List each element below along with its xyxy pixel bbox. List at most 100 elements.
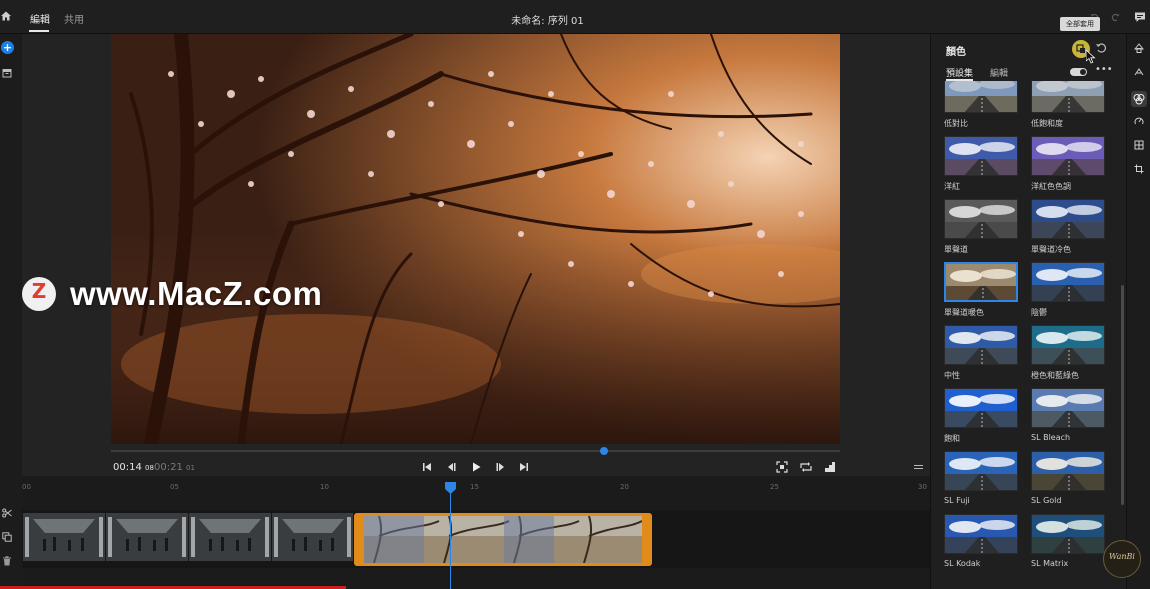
go-to-start-icon[interactable] [420, 460, 434, 474]
preset-thumbnail[interactable] [944, 136, 1018, 176]
ruler-tick: 30 [918, 483, 927, 491]
preset-thumbnail[interactable] [1031, 262, 1105, 302]
reset-icon[interactable] [1095, 42, 1107, 54]
preset-item[interactable]: 洋紅色色調 [1031, 136, 1107, 192]
preset-label: 單聲道暖色 [944, 308, 984, 317]
preset-item[interactable]: SL Bleach [1031, 388, 1107, 442]
current-time-frames: 08 [145, 464, 154, 472]
preset-label: 單聲道 [944, 245, 968, 254]
tab-presets[interactable]: 預設集 [946, 66, 973, 79]
preset-item[interactable]: SL Fuji [944, 451, 1020, 505]
document-title: 未命名: 序列 01 [511, 16, 584, 27]
scrub-bar[interactable] [111, 450, 840, 452]
preset-thumbnail[interactable] [944, 81, 1018, 113]
preset-item[interactable]: 單聲道冷色 [1031, 199, 1107, 255]
loop-icon[interactable] [799, 460, 813, 474]
shape-icon[interactable] [1134, 43, 1144, 53]
preset-item[interactable]: SL Matrix [1031, 514, 1107, 568]
preset-item[interactable]: SL Kodak [944, 514, 1020, 568]
preset-item[interactable]: 單聲道 [944, 199, 1020, 255]
preset-label: SL Fuji [944, 496, 970, 505]
trash-icon[interactable] [2, 556, 12, 566]
tab-edit-underline [29, 30, 49, 32]
preset-thumbnail[interactable] [944, 388, 1018, 428]
timeline-clip-subway[interactable] [23, 513, 353, 561]
preset-thumbnail[interactable] [1031, 451, 1105, 491]
preset-label: SL Gold [1031, 496, 1062, 505]
preset-thumbnail[interactable] [1031, 325, 1105, 365]
preset-thumbnail[interactable] [944, 262, 1018, 302]
current-time: 00:14 08 [113, 462, 154, 473]
duplicate-icon[interactable] [2, 532, 12, 542]
color-icon[interactable] [1131, 91, 1147, 107]
quality-icon[interactable] [823, 460, 837, 474]
total-time-frames: 01 [186, 464, 195, 472]
preset-label: 低飽和度 [1031, 119, 1063, 128]
preset-item[interactable]: 陰鬱 [1031, 262, 1107, 318]
layout-icon[interactable] [1134, 140, 1144, 150]
preset-label: 洋紅 [944, 182, 960, 191]
scrub-handle[interactable] [600, 447, 608, 455]
preset-label: 飽和 [944, 434, 960, 443]
redo-icon[interactable] [1110, 12, 1120, 22]
preset-thumbnail[interactable] [944, 199, 1018, 239]
video-frame[interactable] [111, 34, 840, 444]
fit-screen-icon[interactable] [775, 460, 789, 474]
preset-label: 洋紅色色調 [1031, 182, 1071, 191]
preset-label: 橙色和藍綠色 [1031, 371, 1079, 380]
add-media-button[interactable]: + [1, 41, 14, 54]
timeline-ruler[interactable]: 00 05 10 15 20 25 30 [22, 478, 930, 498]
preset-item[interactable]: 低對比 [944, 81, 1020, 129]
preset-thumbnail[interactable] [1031, 81, 1105, 113]
crop-icon[interactable] [1134, 164, 1144, 174]
preset-item[interactable]: 橙色和藍綠色 [1031, 325, 1107, 381]
playhead-line[interactable] [450, 482, 451, 589]
left-toolbar [0, 34, 22, 589]
timeline-clip-blossom-selected[interactable] [354, 513, 652, 566]
media-library-icon[interactable] [2, 68, 12, 78]
preset-label: 陰鬱 [1031, 308, 1047, 317]
preset-item[interactable]: 低飽和度 [1031, 81, 1107, 129]
transition-icon[interactable] [1134, 67, 1144, 77]
scissors-icon[interactable] [2, 508, 12, 518]
timeline-menu-icon[interactable] [912, 461, 926, 475]
total-time: 00:21 01 [154, 462, 195, 473]
preset-thumbnail[interactable] [1031, 514, 1105, 554]
top-bar: 編輯 共用 未命名: 序列 01 [0, 0, 1150, 34]
preset-label: 低對比 [944, 119, 968, 128]
preset-item[interactable]: SL Gold [1031, 451, 1107, 505]
preset-item[interactable]: 單聲道暖色 [944, 262, 1020, 318]
watermark-text: www.MacZ.com [70, 275, 323, 312]
play-icon[interactable] [469, 460, 483, 474]
ruler-tick: 25 [770, 483, 779, 491]
preset-grid: 低對比 低飽和度洋紅 洋紅色色調單聲道 單聲道冷色單聲道暖色 陰鬱中性 橙色和藍綠色飽和 S… [944, 81, 1119, 589]
step-forward-icon[interactable] [493, 460, 507, 474]
preset-item[interactable]: 飽和 [944, 388, 1020, 444]
ruler-tick: 00 [22, 483, 31, 491]
step-back-icon[interactable] [445, 460, 459, 474]
preset-label: SL Kodak [944, 559, 981, 568]
preset-item[interactable]: 洋紅 [944, 136, 1020, 192]
preset-label: 單聲道冷色 [1031, 245, 1071, 254]
preset-label: SL Matrix [1031, 559, 1069, 568]
apply-all-tooltip: 全部套用 [1060, 17, 1100, 31]
go-to-end-icon[interactable] [517, 460, 531, 474]
more-options-icon[interactable]: ••• [1095, 64, 1113, 75]
total-time-value: 00:21 [154, 462, 183, 473]
tab-color-edit[interactable]: 編輯 [990, 66, 1008, 79]
panel-scrollbar[interactable] [1121, 285, 1124, 505]
ruler-tick: 10 [320, 483, 329, 491]
preset-thumbnail[interactable] [1031, 136, 1105, 176]
playhead-handle[interactable] [445, 482, 456, 494]
ruler-tick: 15 [470, 483, 479, 491]
preset-thumbnail[interactable] [944, 451, 1018, 491]
preset-thumbnail[interactable] [1031, 199, 1105, 239]
comment-icon[interactable] [1134, 11, 1146, 23]
preset-item[interactable]: 中性 [944, 325, 1020, 381]
speed-icon[interactable] [1134, 116, 1144, 126]
preset-thumbnail[interactable] [944, 325, 1018, 365]
watermark-badge-letter: Z [31, 279, 47, 303]
preset-thumbnail[interactable] [1031, 388, 1105, 428]
current-time-value: 00:14 [113, 462, 142, 473]
preset-thumbnail[interactable] [944, 514, 1018, 554]
